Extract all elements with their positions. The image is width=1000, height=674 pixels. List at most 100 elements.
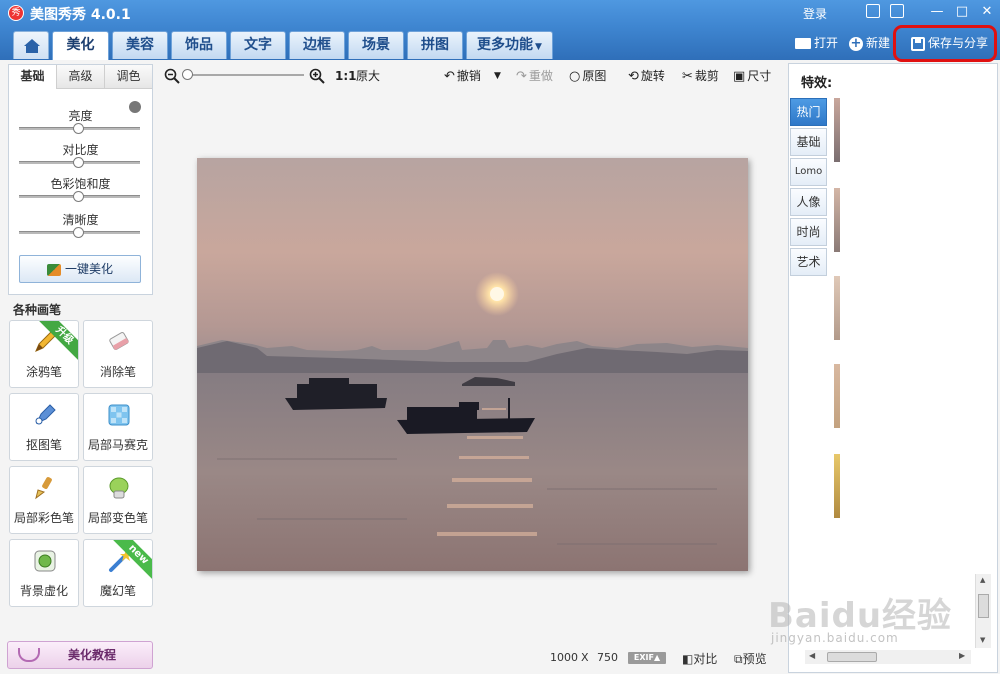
scroll-right-icon[interactable]: ▶: [959, 651, 965, 660]
effect-thumbnail[interactable]: [834, 276, 840, 340]
saturation-knob[interactable]: [73, 191, 84, 202]
category-lomo[interactable]: Lomo: [790, 158, 827, 186]
cutout-pen-icon: [35, 404, 56, 425]
sharpness-knob[interactable]: [73, 227, 84, 238]
preview-icon: ⧉: [734, 652, 743, 666]
effect-thumbnail[interactable]: [834, 364, 840, 428]
exif-button[interactable]: EXIF▲: [628, 652, 666, 664]
rotate-button[interactable]: ⟲ 旋转: [628, 68, 665, 84]
subtab-basic[interactable]: 基础: [9, 65, 57, 89]
brightness-knob[interactable]: [73, 123, 84, 134]
contrast-knob[interactable]: [73, 157, 84, 168]
doodle-pen-tool[interactable]: 升级 涂鸦笔: [9, 320, 79, 388]
canvas-toolbar: 1:1 原大 ↶ 撤销 ▼ ↷ 重做 ○ 原图 ⟲ 旋转 ✂ 裁剪 ▣ 尺寸: [160, 64, 780, 88]
tab-beautify[interactable]: 美化: [52, 31, 109, 60]
local-color-brush-tool[interactable]: 局部彩色笔: [9, 466, 79, 534]
hand-icon: [18, 648, 40, 662]
tab-cosmetic[interactable]: 美容: [112, 31, 168, 59]
minimize-button[interactable]: —: [928, 3, 946, 21]
circle-icon: ○: [569, 69, 581, 84]
zoom-knob[interactable]: [182, 69, 193, 80]
category-art[interactable]: 艺术: [790, 248, 827, 276]
effect-thumbnail[interactable]: [834, 454, 840, 518]
close-button[interactable]: ✕: [978, 3, 996, 21]
zoom-in-icon[interactable]: [309, 68, 325, 84]
scissors-icon: ✂: [682, 69, 693, 84]
times-symbol: X: [581, 651, 589, 664]
maximize-button[interactable]: □: [953, 3, 971, 21]
undo-icon: ↶: [444, 69, 455, 84]
effect-thumbnail[interactable]: [834, 98, 840, 162]
magic-photo-icon: [46, 263, 61, 276]
tab-frames[interactable]: 边框: [289, 31, 345, 59]
redo-icon: ↷: [516, 69, 527, 84]
photo-canvas[interactable]: [197, 158, 748, 571]
compare-button[interactable]: ◧对比: [682, 650, 717, 667]
saturation-label: 色彩饱和度: [50, 177, 111, 191]
effect-thumbnail[interactable]: [834, 188, 840, 252]
chevron-down-icon: ▼: [535, 42, 542, 52]
tab-more-features[interactable]: 更多功能 ▼: [466, 31, 553, 59]
tab-collage[interactable]: 拼图: [407, 31, 463, 59]
new-button[interactable]: + 新建: [849, 33, 890, 53]
sunset-photo: [197, 158, 748, 571]
plus-icon: +: [849, 35, 863, 51]
beautify-tutorial-button[interactable]: 美化教程: [7, 641, 153, 669]
ratio-1-1-button[interactable]: 1:1: [335, 68, 357, 84]
one-key-beautify-button[interactable]: 一键美化: [19, 255, 141, 283]
compare-icon: ◧: [682, 652, 694, 666]
magic-pen-tool[interactable]: new 魔幻笔: [83, 539, 153, 607]
message-icon[interactable]: [866, 4, 880, 18]
zoom-out-icon[interactable]: [164, 68, 180, 84]
home-tab[interactable]: [13, 31, 49, 59]
color-brush-icon: [35, 477, 52, 500]
adjust-panel: 基础 高级 调色 亮度 对比度 色彩饱和度 清晰度 一键美化: [8, 64, 153, 295]
category-basic[interactable]: 基础: [790, 128, 827, 156]
vertical-scrollbar[interactable]: ▲ ▼: [975, 574, 991, 648]
paint-bucket-icon: [109, 477, 129, 499]
preview-button[interactable]: ⧉预览: [734, 650, 767, 667]
skin-icon[interactable]: [890, 4, 904, 18]
crop-button[interactable]: ✂ 裁剪: [682, 68, 719, 84]
resize-button[interactable]: ▣ 尺寸: [733, 68, 771, 84]
category-hot[interactable]: 热门: [790, 98, 827, 126]
local-mosaic-tool[interactable]: 局部马赛克: [83, 393, 153, 461]
zoom-slider[interactable]: [186, 74, 304, 76]
horizontal-scrollbar[interactable]: ◀ ▶: [805, 650, 971, 664]
tab-text[interactable]: 文字: [230, 31, 286, 59]
baidu-watermark-url: jingyan.baidu.com: [771, 631, 899, 645]
subtab-advanced[interactable]: 高级: [57, 65, 105, 89]
rotate-icon: ⟲: [628, 69, 639, 84]
undo-dropdown-icon[interactable]: ▼: [494, 68, 501, 84]
original-image-button[interactable]: ○ 原图: [569, 68, 606, 84]
tab-accessories[interactable]: 饰品: [171, 31, 227, 59]
local-recolor-pen-tool[interactable]: 局部变色笔: [83, 466, 153, 534]
resize-icon: ▣: [733, 69, 746, 84]
category-fashion[interactable]: 时尚: [790, 218, 827, 246]
mosaic-icon: [108, 404, 130, 426]
horizontal-scroll-thumb[interactable]: [827, 652, 877, 662]
main-nav: 美化 美容 饰品 文字 边框 场景 拼图 更多功能 ▼ 打开 + 新建 保存与分享: [0, 26, 1000, 60]
open-button[interactable]: 打开: [795, 33, 838, 53]
scroll-left-icon[interactable]: ◀: [809, 651, 815, 660]
undo-button[interactable]: ↶ 撤销: [444, 68, 481, 84]
cutout-pen-tool[interactable]: 抠图笔: [9, 393, 79, 461]
app-title: 美图秀秀 4.0.1: [30, 7, 131, 23]
subtab-color[interactable]: 调色: [105, 65, 152, 89]
vertical-scroll-thumb[interactable]: [978, 594, 989, 618]
redo-button[interactable]: ↷ 重做: [516, 68, 553, 84]
app-logo-icon: 秀: [8, 5, 24, 21]
effects-panel: 特效: 热门 基础 Lomo 人像 时尚 艺术 ▲ ▼ ◀ ▶: [788, 63, 998, 673]
eraser-icon: [109, 332, 129, 350]
login-link[interactable]: 登录: [803, 5, 827, 22]
eraser-pen-tool[interactable]: 消除笔: [83, 320, 153, 388]
scroll-down-icon[interactable]: ▼: [980, 636, 985, 644]
title-bar: 秀 美图秀秀 4.0.1 登录 — □ ✕: [0, 0, 1000, 26]
annotation-highlight-box: [893, 25, 997, 62]
category-portrait[interactable]: 人像: [790, 188, 827, 216]
tab-scenes[interactable]: 场景: [348, 31, 404, 59]
folder-icon: [795, 38, 811, 49]
scroll-up-icon[interactable]: ▲: [980, 576, 985, 584]
background-blur-tool[interactable]: 背景虚化: [9, 539, 79, 607]
original-size-button[interactable]: 原大: [356, 68, 380, 84]
